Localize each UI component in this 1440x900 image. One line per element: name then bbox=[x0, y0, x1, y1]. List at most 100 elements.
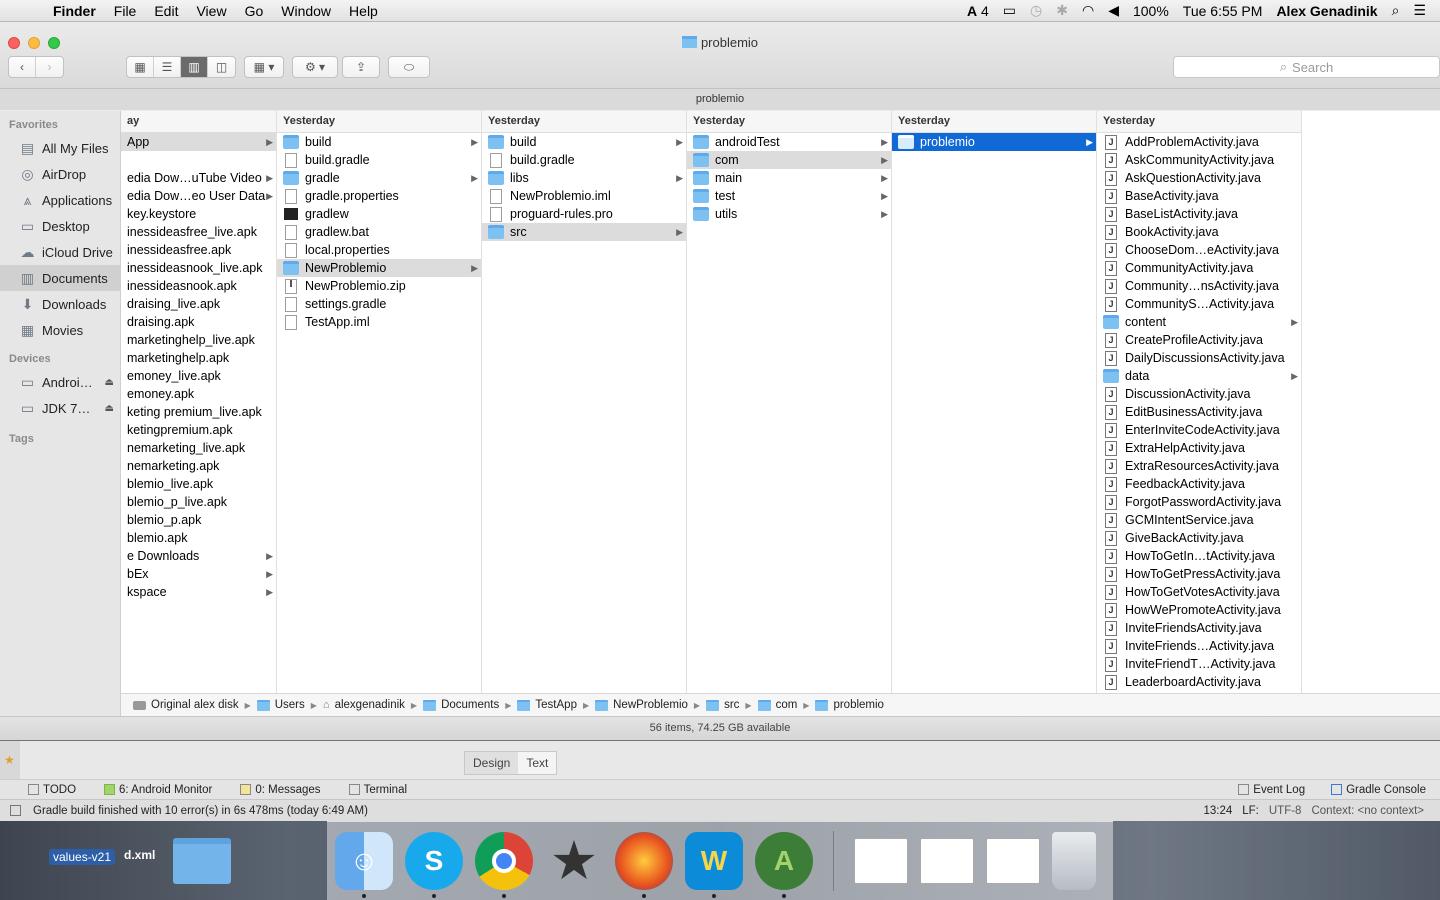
file-row[interactable]: edia Dow…eo User Data ▶ bbox=[121, 187, 276, 205]
path-segment[interactable]: problemio bbox=[815, 699, 884, 711]
file-row[interactable]: blemio_p_live.apk bbox=[121, 493, 276, 511]
menu-help[interactable]: Help bbox=[340, 3, 387, 19]
tab-text[interactable]: Text bbox=[518, 752, 557, 774]
forward-button[interactable]: › bbox=[36, 57, 63, 77]
volume-icon[interactable]: ◀ bbox=[1108, 2, 1119, 19]
file-row[interactable]: J EnterInviteCodeActivity.java bbox=[1097, 421, 1301, 439]
file-row[interactable]: content ▶ bbox=[1097, 313, 1301, 331]
file-row[interactable]: J InviteFriends…Activity.java bbox=[1097, 637, 1301, 655]
file-row[interactable]: local.properties bbox=[277, 241, 481, 259]
sidebar-item-documents[interactable]: ▥ Documents bbox=[0, 265, 120, 291]
path-segment[interactable]: Original alex disk bbox=[133, 699, 239, 711]
sidebar-item-airdrop[interactable]: ◎ AirDrop bbox=[0, 161, 120, 187]
file-row[interactable]: gradlew bbox=[277, 205, 481, 223]
column-header[interactable]: Yesterday bbox=[687, 111, 891, 133]
file-row[interactable]: J BaseListActivity.java bbox=[1097, 205, 1301, 223]
wifi-icon[interactable]: ◠ bbox=[1082, 2, 1094, 19]
file-row[interactable]: gradle ▶ bbox=[277, 169, 481, 187]
imovie-icon[interactable]: ★ bbox=[545, 832, 603, 890]
trash-icon[interactable] bbox=[1052, 832, 1096, 890]
file-row[interactable]: blemio_p.apk bbox=[121, 511, 276, 529]
webex-icon[interactable]: W bbox=[685, 832, 743, 898]
tool-gradle-console[interactable]: Gradle Console bbox=[1331, 784, 1426, 796]
sidebar-item-jdk[interactable]: ▭ JDK 7… ⏏ bbox=[0, 395, 120, 421]
tool-android-monitor[interactable]: 6: Android Monitor bbox=[104, 784, 212, 796]
file-row[interactable]: key.keystore bbox=[121, 205, 276, 223]
eject-icon[interactable]: ⏏ bbox=[105, 377, 114, 388]
tool-messages[interactable]: 0: Messages bbox=[240, 784, 321, 796]
path-segment[interactable]: NewProblemio bbox=[595, 699, 688, 711]
path-segment[interactable]: ⌂ alexgenadinik bbox=[323, 699, 405, 711]
sidebar-item-movies[interactable]: ▦ Movies bbox=[0, 317, 120, 343]
icon-view-button[interactable]: ▦ bbox=[127, 57, 154, 77]
android-studio-icon[interactable]: A bbox=[755, 832, 813, 898]
file-row[interactable]: e Downloads ▶ bbox=[121, 547, 276, 565]
file-row[interactable]: nemarketing_live.apk bbox=[121, 439, 276, 457]
status-toggle-icon[interactable] bbox=[10, 805, 21, 816]
dock-minimized-window-3[interactable] bbox=[986, 838, 1040, 884]
file-row[interactable]: data ▶ bbox=[1097, 367, 1301, 385]
action-gear-button[interactable]: ⚙ ▾ bbox=[292, 56, 338, 78]
share-button[interactable]: ⇪ bbox=[342, 56, 380, 78]
favorites-star-icon[interactable]: ★ bbox=[4, 753, 15, 767]
back-button[interactable]: ‹ bbox=[9, 57, 36, 77]
file-row[interactable]: gradle.properties bbox=[277, 187, 481, 205]
tags-button[interactable]: ⬭ bbox=[388, 56, 430, 78]
file-row[interactable]: bEx ▶ bbox=[121, 565, 276, 583]
file-row[interactable] bbox=[121, 151, 276, 169]
file-row[interactable]: blemio.apk bbox=[121, 529, 276, 547]
time-machine-icon[interactable]: ◷ bbox=[1030, 2, 1042, 19]
file-row[interactable]: inessideasfree_live.apk bbox=[121, 223, 276, 241]
file-row[interactable]: J BookActivity.java bbox=[1097, 223, 1301, 241]
tool-event-log[interactable]: Event Log bbox=[1238, 784, 1305, 796]
bluetooth-icon[interactable]: ✱ bbox=[1056, 2, 1068, 19]
finder-icon[interactable]: ☺ bbox=[335, 832, 393, 898]
menu-go[interactable]: Go bbox=[236, 3, 273, 19]
build-message[interactable]: Gradle build finished with 10 error(s) i… bbox=[33, 805, 368, 817]
context-indicator[interactable]: Context: <no context> bbox=[1311, 805, 1424, 817]
column-header[interactable]: Yesterday bbox=[482, 111, 686, 133]
file-row[interactable]: settings.gradle bbox=[277, 295, 481, 313]
file-row[interactable]: androidTest ▶ bbox=[687, 133, 891, 151]
file-row[interactable]: edia Dow…uTube Video ▶ bbox=[121, 169, 276, 187]
firefox-icon[interactable] bbox=[615, 832, 673, 898]
file-row[interactable]: J LeaderboardActivity.java bbox=[1097, 673, 1301, 691]
sidebar-item-desktop[interactable]: ▭ Desktop bbox=[0, 213, 120, 239]
file-row[interactable]: J Community…nsActivity.java bbox=[1097, 277, 1301, 295]
dock-minimized-window-2[interactable] bbox=[920, 838, 974, 884]
skype-icon[interactable]: S bbox=[405, 832, 463, 898]
file-row[interactable]: J HowToGetPressActivity.java bbox=[1097, 565, 1301, 583]
file-row[interactable]: J HowWePromoteActivity.java bbox=[1097, 601, 1301, 619]
path-segment[interactable]: Documents bbox=[423, 699, 499, 711]
file-row[interactable]: J InviteFriendsActivity.java bbox=[1097, 619, 1301, 637]
desktop-file-label[interactable]: values-v21 bbox=[49, 849, 116, 865]
file-row[interactable]: J ExtraResourcesActivity.java bbox=[1097, 457, 1301, 475]
column-header[interactable]: Yesterday bbox=[892, 111, 1096, 133]
menu-app-name[interactable]: Finder bbox=[44, 3, 105, 19]
tool-todo[interactable]: TODO bbox=[28, 784, 76, 796]
file-row[interactable]: draising_live.apk bbox=[121, 295, 276, 313]
file-row[interactable]: build.gradle bbox=[277, 151, 481, 169]
menu-window[interactable]: Window bbox=[272, 3, 340, 19]
file-row[interactable]: marketinghelp_live.apk bbox=[121, 331, 276, 349]
file-row[interactable]: J ChooseDom…eActivity.java bbox=[1097, 241, 1301, 259]
file-row[interactable]: J CommunityS…Activity.java bbox=[1097, 295, 1301, 313]
file-row[interactable]: inessideasnook.apk bbox=[121, 277, 276, 295]
file-row[interactable]: src ▶ bbox=[482, 223, 686, 241]
sidebar-item-android-device[interactable]: ▭ Androi… ⏏ bbox=[0, 369, 120, 395]
file-row[interactable]: proguard-rules.pro bbox=[482, 205, 686, 223]
file-row[interactable]: keting premium_live.apk bbox=[121, 403, 276, 421]
file-row[interactable]: J FeedbackActivity.java bbox=[1097, 475, 1301, 493]
adobe-status[interactable]: A 4 bbox=[967, 3, 989, 19]
file-row[interactable]: J AskCommunityActivity.java bbox=[1097, 151, 1301, 169]
menu-view[interactable]: View bbox=[187, 3, 235, 19]
file-row[interactable]: build ▶ bbox=[482, 133, 686, 151]
file-row[interactable]: NewProblemio.zip bbox=[277, 277, 481, 295]
desktop-folder-icon[interactable] bbox=[173, 838, 231, 884]
column-view-button[interactable]: ▥ bbox=[181, 57, 208, 77]
file-row[interactable]: libs ▶ bbox=[482, 169, 686, 187]
file-row[interactable]: J GiveBackActivity.java bbox=[1097, 529, 1301, 547]
file-row[interactable]: blemio_live.apk bbox=[121, 475, 276, 493]
file-row[interactable]: NewProblemio.iml bbox=[482, 187, 686, 205]
file-row[interactable]: build.gradle bbox=[482, 151, 686, 169]
